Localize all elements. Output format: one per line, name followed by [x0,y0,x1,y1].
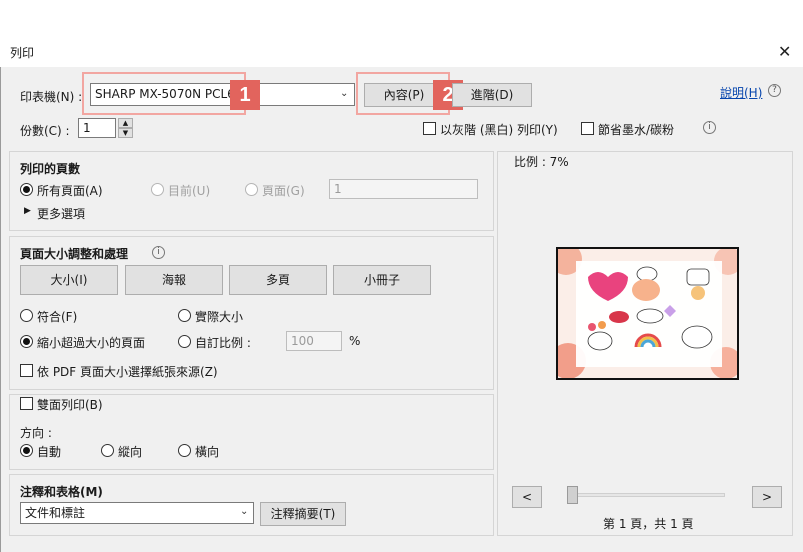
chevron-down-icon[interactable]: ⌄ [340,88,348,99]
help-icon[interactable]: ? [768,84,781,97]
pdf-page-size-label: 依 PDF 頁面大小選擇紙張來源(Z) [37,365,218,379]
comments-value: 文件和標註 [25,506,86,520]
preview-scale: 比例 : 7% [514,155,569,169]
callout-frame-1 [82,72,246,115]
printer-label: 印表機(N) : [20,90,83,104]
current-page-radio[interactable] [151,183,164,196]
advanced-button[interactable]: 進階(D) [452,83,532,107]
orientation-label: 方向 : [20,426,52,440]
summarize-comments-button[interactable]: 注釋摘要(T) [260,502,346,526]
tab-booklet[interactable]: 小冊子 [333,265,431,295]
tab-poster[interactable]: 海報 [125,265,223,295]
info-icon[interactable]: i [152,246,165,259]
auto-orientation-radio[interactable] [20,444,33,457]
duplex-checkbox[interactable] [20,397,33,410]
page-info: 第 1 頁，共 1 頁 [603,517,694,531]
copies-input[interactable]: 1 [78,118,116,138]
prev-page-button[interactable]: < [512,486,542,508]
percent-label: % [349,334,361,348]
shrink-radio[interactable] [20,335,33,348]
all-pages-label: 所有頁面(A) [37,184,103,198]
comments-title: 注釋和表格(M) [20,485,103,499]
pages-input[interactable]: 1 [329,179,478,199]
chevron-down-icon[interactable]: ⌄ [240,506,248,517]
actual-size-radio[interactable] [178,309,191,322]
title-bar [0,37,803,67]
scale-input[interactable]: 100 [286,331,342,351]
shrink-label: 縮小超過大小的頁面 [37,336,146,350]
close-icon[interactable]: ✕ [778,42,791,61]
pages-to-print-title: 列印的頁數 [20,162,81,176]
copies-up-button[interactable]: ▲ [118,118,133,128]
pdf-page-size-checkbox[interactable] [20,364,33,377]
auto-orientation-label: 自動 [37,445,62,459]
actual-size-label: 實際大小 [195,310,244,324]
tab-multiple[interactable]: 多頁 [229,265,327,295]
page-sizing-title: 頁面大小調整和處理 [20,247,129,261]
page-preview [550,243,742,380]
portrait-radio[interactable] [101,444,114,457]
window-title: 列印 [10,46,35,60]
page-slider-thumb[interactable] [567,486,578,504]
duplex-label: 雙面列印(B) [37,398,103,412]
next-page-button[interactable]: > [752,486,782,508]
custom-scale-radio[interactable] [178,335,191,348]
save-ink-label: 節省墨水/碳粉 [598,123,675,137]
all-pages-radio[interactable] [20,183,33,196]
landscape-radio[interactable] [178,444,191,457]
custom-scale-label: 自訂比例 : [195,336,251,350]
preview-artwork [550,243,742,379]
pages-radio[interactable] [245,183,258,196]
comments-select[interactable]: 文件和標註 [20,502,254,524]
page-slider-track[interactable] [570,493,725,497]
grayscale-checkbox[interactable] [423,122,436,135]
copies-down-button[interactable]: ▼ [118,128,133,138]
current-page-label: 目前(U) [168,184,211,198]
portrait-label: 縱向 [118,445,143,459]
landscape-label: 橫向 [195,445,220,459]
grayscale-label: 以灰階 (黑白) 列印(Y) [440,123,558,137]
fit-radio[interactable] [20,309,33,322]
pages-label: 頁面(G) [262,184,305,198]
tab-size[interactable]: 大小(I) [20,265,118,295]
info-icon[interactable]: i [703,121,716,134]
help-link[interactable]: 說明(H) [720,84,762,101]
save-ink-checkbox[interactable] [581,122,594,135]
expand-arrow-icon[interactable]: ▶ [24,206,31,216]
fit-label: 符合(F) [37,310,78,324]
copies-label: 份數(C) : [20,124,70,138]
more-options-link[interactable]: 更多選項 [37,205,85,222]
callout-badge-1: 1 [230,80,260,110]
